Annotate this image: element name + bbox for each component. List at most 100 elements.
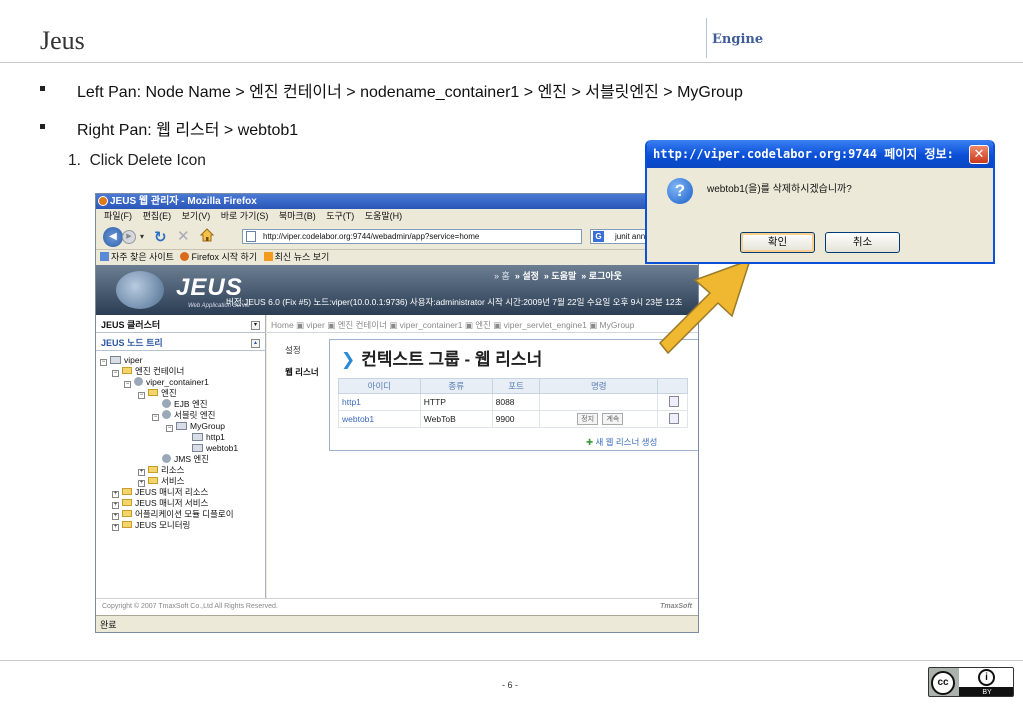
tree-label: 엔진 컨테이너 — [135, 366, 185, 376]
menu-go[interactable]: 바로 가기(S) — [221, 211, 269, 221]
tree-item-manager-resource[interactable]: + JEUS 매니저 리소스 — [112, 487, 208, 498]
tree-label: 서블릿 엔진 — [174, 410, 216, 420]
menu-view[interactable]: 보기(V) — [182, 211, 211, 221]
bullet-text: Left Pan: Node Name > 엔진 컨테이너 > nodename… — [77, 84, 743, 101]
home-icon[interactable] — [200, 228, 214, 242]
tree-item-ejb-engine[interactable]: EJB 엔진 — [162, 399, 208, 409]
expand-icon[interactable]: + — [112, 513, 119, 520]
delete-cell — [657, 393, 688, 411]
tab-settings[interactable]: 설정 — [273, 339, 329, 361]
tree-label: webtob1 — [206, 443, 239, 453]
tree-item-engine[interactable]: − 엔진 — [138, 388, 177, 399]
close-icon[interactable]: ✕ — [969, 145, 989, 164]
copyright-text: Copyright © 2007 TmaxSoft Co.,Ltd All Ri… — [102, 603, 278, 610]
main-pane: Home ▣ viper ▣ 엔진 컨테이너 ▣ viper_container… — [267, 315, 698, 598]
home-link[interactable]: » 홈 — [494, 271, 510, 281]
sidebar-cluster-header[interactable]: JEUS 클러스터 ▾ — [96, 318, 266, 333]
tree-item-webtob1[interactable]: webtob1 — [192, 443, 238, 453]
resume-button[interactable]: 계속 — [602, 413, 624, 425]
dropdown-icon[interactable]: ▴ — [251, 339, 260, 348]
group-icon — [176, 422, 187, 430]
listener-id-link[interactable]: http1 — [338, 393, 421, 411]
header-divider — [706, 18, 707, 58]
breadcrumb[interactable]: Home ▣ viper ▣ 엔진 컨테이너 ▣ viper_container… — [267, 318, 698, 333]
dialog-title: http://viper.codelabor.org:9744 페이지 정보: — [647, 140, 993, 168]
folder-icon — [148, 389, 158, 396]
menu-edit[interactable]: 편집(E) — [143, 211, 172, 221]
tree-item-manager-service[interactable]: + JEUS 매니저 서비스 — [112, 498, 208, 509]
firefox-icon — [98, 196, 108, 206]
folder-icon — [122, 367, 132, 374]
table-row: http1 HTTP 8088 — [338, 393, 688, 411]
tree-item-engine-container[interactable]: − 엔진 컨테이너 — [112, 366, 184, 377]
column-header[interactable]: 포트 — [491, 378, 541, 394]
new-listener-link[interactable]: ✚ 새 웹 리스너 생성 — [586, 436, 657, 448]
tree-item-viper[interactable]: − viper — [100, 355, 142, 366]
menu-help[interactable]: 도움말(H) — [365, 211, 402, 221]
sidebar-header-label: JEUS 노드 트리 — [101, 338, 163, 348]
app-banner: JEUS Web Application Server » 홈 » 설정 » 도… — [96, 265, 698, 315]
collapse-icon[interactable]: − — [138, 392, 145, 399]
stop-button[interactable]: 정지 — [577, 413, 599, 425]
bookmark-item[interactable]: 자주 찾은 사이트 — [100, 252, 174, 262]
collapse-icon[interactable]: − — [124, 381, 131, 388]
tree-item-deploy[interactable]: + 어플리케이션 모듈 디플로이 — [112, 509, 234, 520]
back-arrow-icon[interactable]: ◀ — [103, 227, 123, 247]
delete-icon[interactable] — [669, 412, 680, 424]
tree-label: JMS 엔진 — [174, 454, 210, 464]
sidebar-node-tree-header[interactable]: JEUS 노드 트리 ▴ — [96, 336, 266, 351]
collapse-icon[interactable]: − — [112, 370, 119, 377]
help-link[interactable]: » 도움말 — [544, 271, 576, 281]
stop-icon[interactable]: ✕ — [177, 227, 190, 245]
forward-arrow-icon[interactable]: ▶ — [122, 230, 136, 244]
history-dropdown-icon[interactable]: ▾ — [140, 232, 144, 241]
ok-button[interactable]: 확인 — [740, 232, 815, 253]
bookmark-item[interactable]: Firefox 시작 하기 — [180, 252, 257, 262]
bookmark-label: 자주 찾은 사이트 — [111, 252, 174, 262]
engine-icon — [162, 399, 171, 408]
tree-item-mygroup[interactable]: − MyGroup — [166, 421, 225, 432]
menu-bookmarks[interactable]: 북마크(B) — [279, 211, 316, 221]
column-header[interactable]: 아이디 — [338, 378, 421, 394]
collapse-icon[interactable]: − — [152, 414, 159, 421]
cc-icon: cc — [931, 671, 955, 695]
menu-tools[interactable]: 도구(T) — [326, 211, 354, 221]
tree-item-container[interactable]: − viper_container1 — [124, 377, 209, 388]
collapse-icon[interactable]: − — [100, 359, 107, 366]
column-header[interactable]: 종류 — [419, 378, 493, 394]
google-icon: G — [593, 231, 604, 242]
collapse-icon[interactable]: − — [166, 425, 173, 432]
listener-id-link[interactable]: webtob1 — [338, 410, 421, 428]
tree-item-resource[interactable]: + 리소스 — [138, 465, 184, 476]
address-bar[interactable]: http://viper.codelabor.org:9744/webadmin… — [242, 229, 582, 244]
tree-item-jms-engine[interactable]: JMS 엔진 — [162, 454, 209, 464]
logout-link[interactable]: » 로그아웃 — [581, 271, 622, 281]
menu-file[interactable]: 파일(F) — [104, 211, 132, 221]
folder-icon — [148, 477, 158, 484]
tree-item-monitoring[interactable]: + JEUS 모니터링 — [112, 520, 190, 531]
cancel-button[interactable]: 취소 — [825, 232, 900, 253]
listener-icon — [192, 444, 203, 452]
header-rule — [0, 62, 1023, 63]
expand-icon[interactable]: + — [112, 491, 119, 498]
expand-icon[interactable]: + — [112, 502, 119, 509]
column-header[interactable]: 명령 — [539, 378, 659, 394]
expand-icon[interactable]: + — [112, 524, 119, 531]
page-icon — [246, 231, 256, 242]
tab-web-listener[interactable]: 웹 리스너 — [273, 361, 329, 383]
tree-item-http1[interactable]: http1 — [192, 432, 225, 442]
folder-icon — [122, 488, 132, 495]
reload-icon[interactable]: ↻ — [154, 228, 167, 246]
expand-icon[interactable]: + — [138, 469, 145, 476]
tree-label: JEUS 모니터링 — [135, 520, 191, 530]
tree-item-service[interactable]: + 서비스 — [138, 476, 184, 487]
tree-item-servlet-engine[interactable]: − 서블릿 엔진 — [152, 410, 215, 421]
settings-link[interactable]: » 설정 — [515, 271, 539, 281]
dropdown-icon[interactable]: ▾ — [251, 321, 260, 330]
expand-icon[interactable]: + — [138, 480, 145, 487]
navigation-toolbar: ◀ ▶ ▾ ↻ ✕ http://viper.codelabor.org:974… — [96, 224, 698, 248]
delete-icon[interactable] — [669, 395, 680, 407]
gear-icon — [134, 377, 143, 386]
bookmark-item[interactable]: 최신 뉴스 보기 — [263, 252, 329, 262]
tree-label: http1 — [206, 432, 225, 442]
